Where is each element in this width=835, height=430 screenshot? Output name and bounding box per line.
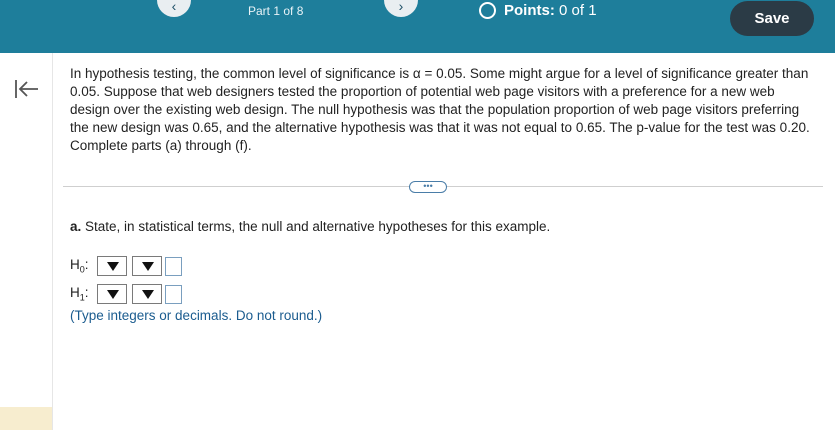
points-value: 0 of 1 bbox=[559, 2, 597, 19]
part-a-prompt: a. State, in statistical terms, the null… bbox=[70, 219, 550, 234]
h0-value-input[interactable] bbox=[165, 256, 182, 276]
h0-label: H0: bbox=[70, 257, 89, 275]
h1-operator-dropdown[interactable] bbox=[132, 284, 162, 304]
save-button[interactable]: Save bbox=[730, 1, 814, 36]
points-circle-icon bbox=[479, 2, 496, 19]
next-part-button[interactable]: › bbox=[384, 0, 418, 17]
h1-label: H1: bbox=[70, 285, 89, 303]
top-header-bar: ‹ Part 1 of 8 › Points: 0 of 1 Save bbox=[0, 0, 835, 53]
input-hint: (Type integers or decimals. Do not round… bbox=[70, 308, 323, 323]
left-rail bbox=[0, 53, 53, 430]
chevron-left-icon: ‹ bbox=[171, 0, 177, 14]
part-indicator: Part 1 of 8 bbox=[248, 4, 304, 18]
h0-parameter-dropdown[interactable] bbox=[97, 256, 127, 276]
h0-operator-dropdown[interactable] bbox=[132, 256, 162, 276]
h1-value-input[interactable] bbox=[165, 284, 182, 304]
part-a-text: State, in statistical terms, the null an… bbox=[85, 219, 551, 234]
rail-highlight bbox=[0, 407, 52, 430]
alternative-hypothesis-row: H1: bbox=[70, 284, 182, 304]
collapse-panel-icon[interactable] bbox=[14, 78, 40, 100]
question-text: In hypothesis testing, the common level … bbox=[70, 66, 810, 153]
null-hypothesis-row: H0: bbox=[70, 256, 182, 276]
chevron-right-icon: › bbox=[398, 0, 404, 14]
points-indicator: Points: 0 of 1 bbox=[479, 2, 597, 19]
more-options-button[interactable]: ••• bbox=[409, 181, 447, 193]
h1-parameter-dropdown[interactable] bbox=[97, 284, 127, 304]
part-a-letter: a. bbox=[70, 219, 82, 234]
points-label: Points: bbox=[504, 2, 555, 19]
previous-part-button[interactable]: ‹ bbox=[157, 0, 191, 17]
